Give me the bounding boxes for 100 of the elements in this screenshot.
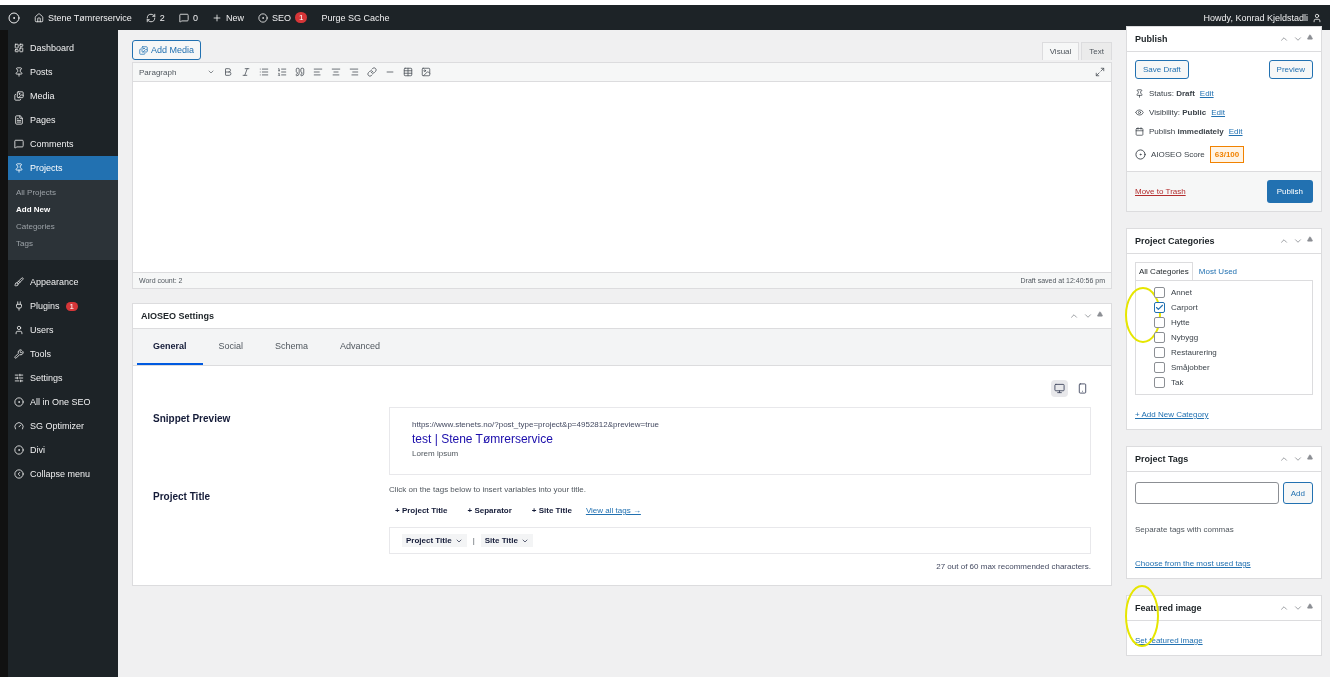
move-to-trash-link[interactable]: Move to Trash xyxy=(1135,187,1186,196)
bullet-list-icon[interactable] xyxy=(259,67,269,77)
toggle-panel-icon[interactable] xyxy=(1307,34,1313,40)
settings-tab[interactable]: Schema xyxy=(259,329,325,365)
updates-link[interactable]: 2 xyxy=(145,12,165,23)
bold-icon[interactable] xyxy=(223,67,233,77)
checkbox[interactable] xyxy=(1154,332,1165,343)
most-used-tags-link[interactable]: Choose from the most used tags xyxy=(1135,559,1251,568)
chevron-up-icon[interactable] xyxy=(1279,34,1289,44)
chevron-up-icon[interactable] xyxy=(1279,236,1289,246)
category-label: Carport xyxy=(1171,303,1198,312)
chevron-up-icon[interactable] xyxy=(1279,454,1289,464)
sidebar-item[interactable]: Projects xyxy=(8,156,118,180)
toggle-panel-icon[interactable] xyxy=(1307,603,1313,609)
checkbox[interactable] xyxy=(1154,347,1165,358)
score-label: AIOSEO Score xyxy=(1151,150,1205,159)
sidebar-item[interactable]: Users xyxy=(8,318,118,342)
checkbox[interactable] xyxy=(1154,317,1165,328)
chevron-down-icon[interactable] xyxy=(1293,603,1303,613)
sidebar-item[interactable]: Collapse menu xyxy=(8,462,118,486)
save-draft-button[interactable]: Save Draft xyxy=(1135,60,1189,79)
sidebar-item[interactable]: Divi xyxy=(8,438,118,462)
numbered-list-icon[interactable] xyxy=(277,67,287,77)
toggle-panel-icon[interactable] xyxy=(1307,454,1313,460)
pages-icon xyxy=(14,115,24,125)
toggle-panel-icon[interactable] xyxy=(1097,311,1103,317)
toggle-panel-icon[interactable] xyxy=(1307,236,1313,242)
italic-icon[interactable] xyxy=(241,67,251,77)
user-greeting-link[interactable]: Howdy, Konrad Kjeldstadli xyxy=(1203,12,1322,23)
edit-link[interactable]: Edit xyxy=(1211,108,1226,117)
media-icon xyxy=(14,91,24,101)
sidebar-item[interactable]: All in One SEO xyxy=(8,390,118,414)
submenu-item[interactable]: Add New xyxy=(8,201,118,218)
title-token[interactable]: Site Title xyxy=(480,534,533,547)
character-count: 27 out of 60 max recommended characters. xyxy=(936,562,1091,571)
submenu-item[interactable]: Tags xyxy=(8,235,118,252)
checkbox[interactable] xyxy=(1154,302,1165,313)
checkbox[interactable] xyxy=(1154,362,1165,373)
desktop-icon[interactable] xyxy=(1051,380,1068,397)
dashboard-icon xyxy=(14,43,24,53)
publish-button[interactable]: Publish xyxy=(1266,180,1313,203)
settings-tab[interactable]: Social xyxy=(202,329,260,365)
chevron-up-icon[interactable] xyxy=(1069,311,1079,321)
sidebar-item[interactable]: Dashboard xyxy=(8,36,118,60)
seo-link[interactable]: SEO 1 xyxy=(257,12,308,23)
editor-tab[interactable]: Visual xyxy=(1041,42,1080,60)
caret-icon xyxy=(207,68,215,76)
table-icon[interactable] xyxy=(403,67,413,77)
media-icon xyxy=(139,45,148,55)
sidebar-item[interactable]: Tools xyxy=(8,342,118,366)
notification-count: 1 xyxy=(294,12,308,23)
sidebar-item[interactable]: Appearance xyxy=(8,270,118,294)
comments-link[interactable]: 0 xyxy=(178,12,198,23)
pin-icon xyxy=(14,163,24,173)
view-all-tags-link[interactable]: View all tags → xyxy=(585,506,641,515)
link-icon[interactable] xyxy=(367,67,377,77)
image-icon[interactable] xyxy=(421,67,431,77)
chevron-down-icon[interactable] xyxy=(1293,34,1303,44)
separator-text: | xyxy=(472,536,475,545)
sidebar-item[interactable]: Settings xyxy=(8,366,118,390)
sidebar-item[interactable]: Plugins 1 xyxy=(8,294,118,318)
add-category-link[interactable]: + Add New Category xyxy=(1135,410,1209,419)
publish-info-text: Visibility: Public xyxy=(1149,108,1207,117)
tag-input-field[interactable] xyxy=(1135,482,1279,504)
hint-text: Click on the tags below to insert variables into your title. xyxy=(389,485,587,494)
site-name-link[interactable]: Stene Tømrerservice xyxy=(34,12,132,23)
quote-icon[interactable] xyxy=(295,67,305,77)
calendar-icon xyxy=(1135,127,1144,136)
sidebar-item[interactable]: Posts xyxy=(8,60,118,84)
chevron-down-icon[interactable] xyxy=(1293,236,1303,246)
align-left-icon[interactable] xyxy=(313,67,323,77)
sidebar-item[interactable]: Comments xyxy=(8,132,118,156)
preview-button[interactable]: Preview xyxy=(1268,60,1313,79)
sidebar-item[interactable]: Media xyxy=(8,84,118,108)
snippet-description: Lorem ipsum xyxy=(412,449,460,458)
edit-link[interactable]: Edit xyxy=(1199,89,1214,98)
sidebar-item[interactable]: Pages xyxy=(8,108,118,132)
settings-tab[interactable]: Advanced xyxy=(324,329,397,365)
checkbox[interactable] xyxy=(1154,377,1165,388)
checkbox[interactable] xyxy=(1154,287,1165,298)
submenu-item[interactable]: Categories xyxy=(8,218,118,235)
format-select[interactable]: Paragraph xyxy=(139,67,215,77)
title-token[interactable]: Project Title xyxy=(402,534,467,547)
new-link[interactable]: New xyxy=(211,12,244,23)
editor-tab[interactable]: Text xyxy=(1081,42,1112,60)
purge-cache-link[interactable]: Purge SG Cache xyxy=(321,12,390,23)
align-right-icon[interactable] xyxy=(349,67,359,77)
chevron-down-icon[interactable] xyxy=(1083,311,1093,321)
chevron-up-icon[interactable] xyxy=(1279,603,1289,613)
add-tag-button[interactable]: Add xyxy=(1282,482,1313,504)
edit-link[interactable]: Edit xyxy=(1228,127,1243,136)
align-center-icon[interactable] xyxy=(331,67,341,77)
submenu-item[interactable]: All Projects xyxy=(8,184,118,201)
title-input-field[interactable]: Project Title | Site Title xyxy=(389,527,1091,554)
add-media-button[interactable]: Add Media xyxy=(132,40,202,60)
fullscreen-icon[interactable] xyxy=(1095,67,1105,77)
sidebar-item[interactable]: SG Optimizer xyxy=(8,414,118,438)
category-tab[interactable]: All Categories xyxy=(1135,262,1193,280)
chevron-down-icon[interactable] xyxy=(1293,454,1303,464)
settings-tab[interactable]: General xyxy=(137,329,203,365)
